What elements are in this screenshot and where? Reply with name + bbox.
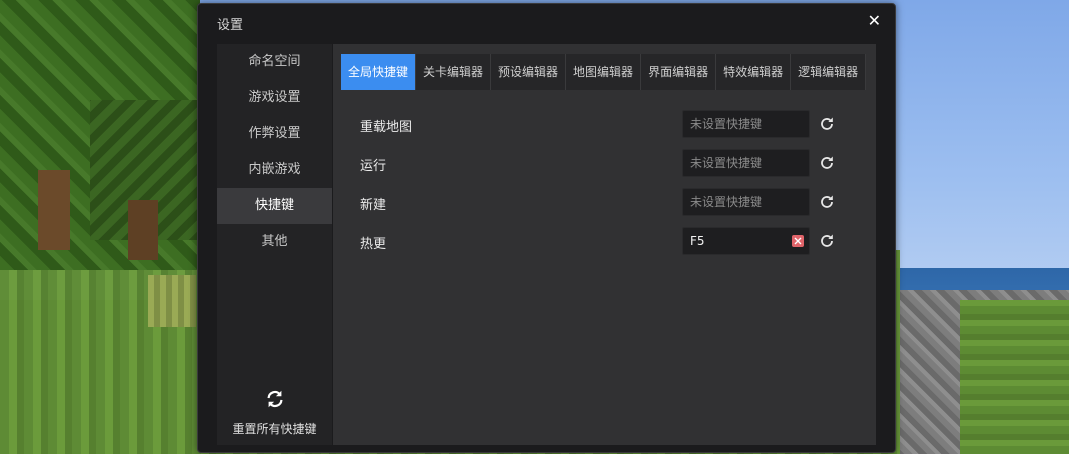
shortcut-input[interactable]: 未设置快捷键 <box>682 188 810 216</box>
editor-tabs: 全局快捷键 关卡编辑器 预设编辑器 地图编辑器 界面编辑器 特效编辑器 逻辑编辑… <box>341 54 867 90</box>
settings-dialog: 设置 ✕ 命名空间 游戏设置 作弊设置 内嵌游戏 快捷键 其他 重置所有快捷键 … <box>197 3 896 453</box>
shortcut-label: 新建 <box>360 198 387 213</box>
clear-shortcut-icon[interactable] <box>792 235 804 247</box>
cliff-grass <box>960 300 1069 454</box>
reset-shortcut-icon[interactable] <box>819 116 835 132</box>
sidebar-item-namespace[interactable]: 命名空间 <box>217 44 332 80</box>
settings-sidebar: 命名空间 游戏设置 作弊设置 内嵌游戏 快捷键 其他 重置所有快捷键 <box>217 44 332 445</box>
reset-shortcut-icon[interactable] <box>819 194 835 210</box>
tab-preset-editor[interactable]: 预设编辑器 <box>491 54 567 90</box>
sidebar-item-game-settings[interactable]: 游戏设置 <box>217 80 332 116</box>
tab-map-editor[interactable]: 地图编辑器 <box>566 54 642 90</box>
shortcut-row-run: 运行 未设置快捷键 <box>360 149 840 177</box>
shortcut-input[interactable]: F5 <box>682 227 810 255</box>
shortcut-row-new: 新建 未设置快捷键 <box>360 188 840 216</box>
shortcut-label: 运行 <box>360 159 387 174</box>
reset-all-label: 重置所有快捷键 <box>232 422 317 436</box>
tab-effect-editor[interactable]: 特效编辑器 <box>716 54 792 90</box>
reset-shortcut-icon[interactable] <box>819 155 835 171</box>
sidebar-item-shortcuts[interactable]: 快捷键 <box>217 188 332 224</box>
tree-trunk <box>38 170 70 250</box>
dialog-title: 设置 <box>217 18 244 33</box>
reset-all-shortcuts-button[interactable]: 重置所有快捷键 <box>217 388 332 437</box>
tall-grass <box>148 275 196 327</box>
tab-logic-editor[interactable]: 逻辑编辑器 <box>791 54 867 90</box>
sidebar-item-embedded-games[interactable]: 内嵌游戏 <box>217 152 332 188</box>
refresh-icon <box>266 390 283 408</box>
tree-trunk <box>128 200 158 260</box>
tab-ui-editor[interactable]: 界面编辑器 <box>641 54 717 90</box>
shortcut-label: 重载地图 <box>360 120 413 135</box>
shortcut-label: 热更 <box>360 237 387 252</box>
sidebar-item-other[interactable]: 其他 <box>217 224 332 260</box>
shortcut-input[interactable]: 未设置快捷键 <box>682 110 810 138</box>
tab-global-shortcuts[interactable]: 全局快捷键 <box>341 54 417 90</box>
shortcut-input[interactable]: 未设置快捷键 <box>682 149 810 177</box>
tab-level-editor[interactable]: 关卡编辑器 <box>416 54 492 90</box>
shortcut-panel: 全局快捷键 关卡编辑器 预设编辑器 地图编辑器 界面编辑器 特效编辑器 逻辑编辑… <box>333 44 876 445</box>
close-icon[interactable]: ✕ <box>868 11 881 30</box>
reset-shortcut-icon[interactable] <box>819 233 835 249</box>
shortcut-row-hot-update: 热更 F5 <box>360 227 840 255</box>
dialog-titlebar: 设置 ✕ <box>198 4 895 38</box>
sidebar-item-cheat-settings[interactable]: 作弊设置 <box>217 116 332 152</box>
shortcut-row-reload-map: 重载地图 未设置快捷键 <box>360 110 840 138</box>
